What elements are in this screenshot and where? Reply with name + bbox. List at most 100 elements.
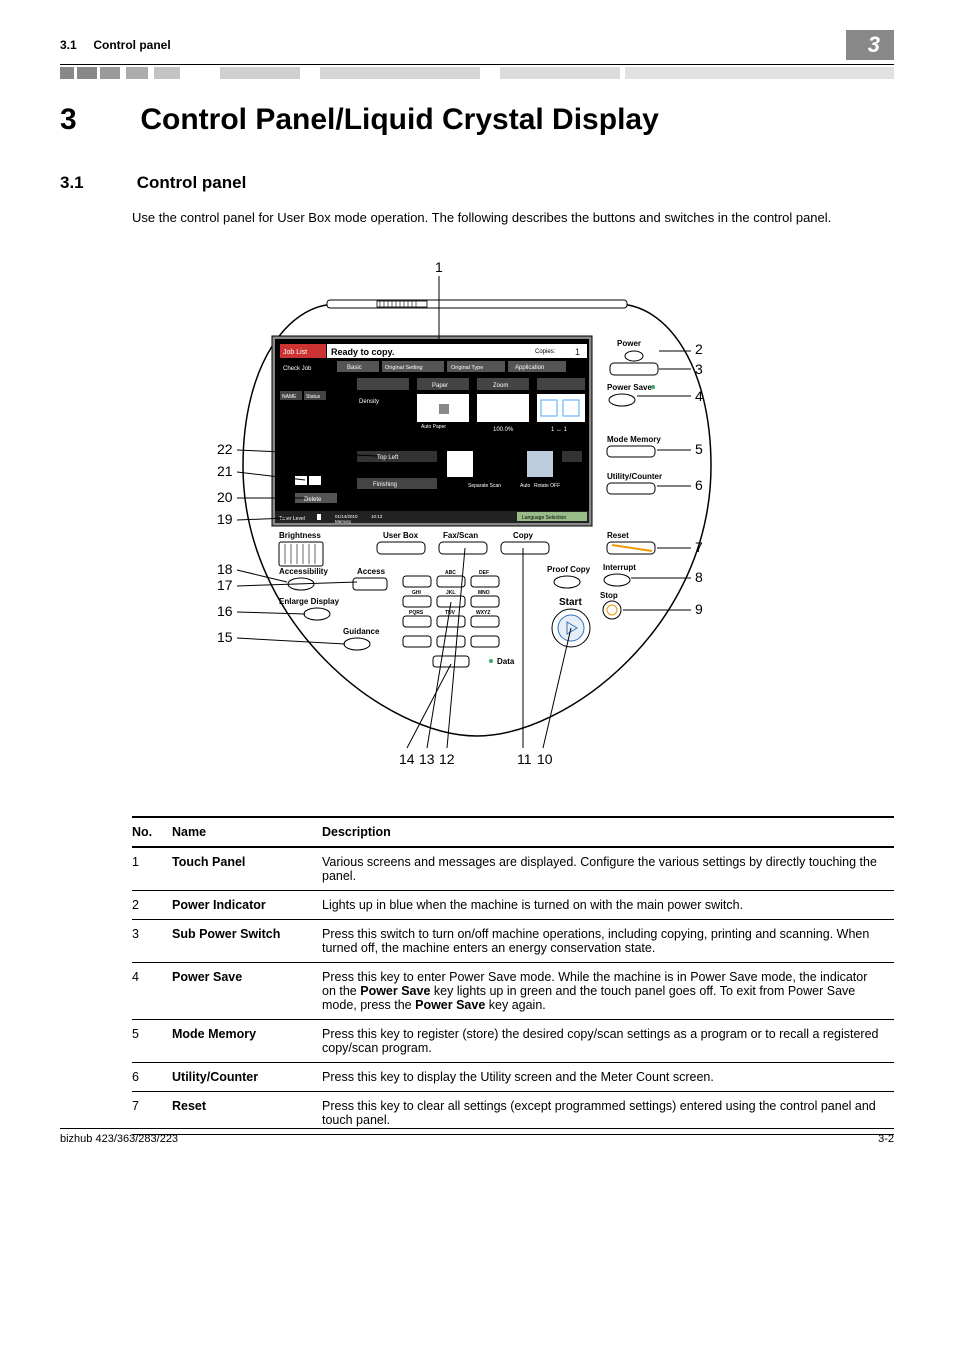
control-panel-diagram: Job List Ready to copy. Copies: 1 Check …	[217, 256, 737, 776]
svg-text:DEF: DEF	[479, 570, 489, 576]
svg-text:0: 0	[448, 638, 453, 647]
svg-text:2: 2	[448, 578, 453, 587]
svg-text:7: 7	[414, 618, 419, 627]
table-row: 3 Sub Power Switch Press this switch to …	[132, 919, 894, 962]
svg-text:6: 6	[695, 477, 703, 493]
svg-text:8: 8	[448, 618, 453, 627]
svg-text:Delete: Delete	[304, 497, 322, 503]
svg-text:Zoom: Zoom	[493, 383, 508, 389]
svg-text:Top Left: Top Left	[377, 455, 399, 461]
svg-text:15: 15	[217, 629, 233, 645]
svg-text:9: 9	[695, 601, 703, 617]
svg-text:Job List: Job List	[283, 349, 307, 356]
th-name: Name	[172, 817, 322, 847]
svg-text:19: 19	[217, 511, 233, 527]
svg-text:Mode Memory: Mode Memory	[607, 435, 661, 444]
svg-text:17: 17	[217, 577, 233, 593]
table-row: 6 Utility/Counter Press this key to disp…	[132, 1062, 894, 1091]
svg-text:1 ↔ 1: 1 ↔ 1	[551, 427, 568, 433]
svg-text:Toner Level: Toner Level	[279, 516, 305, 522]
svg-text:Basic: Basic	[347, 365, 362, 371]
svg-text:Separate Scan: Separate Scan	[468, 483, 501, 489]
svg-text:Fax/Scan: Fax/Scan	[443, 531, 478, 540]
svg-text:Copy: Copy	[513, 531, 534, 540]
table-row: 2 Power Indicator Lights up in blue when…	[132, 890, 894, 919]
svg-text:TUV: TUV	[445, 610, 456, 616]
chapter-number: 3	[60, 103, 132, 137]
svg-text:Data: Data	[497, 657, 515, 666]
page-footer: bizhub 423/363/283/223 3-2	[60, 1128, 894, 1145]
svg-text:Ready to copy.: Ready to copy.	[331, 347, 394, 357]
svg-text:Power Save: Power Save	[607, 383, 652, 392]
section-intro: Use the control panel for User Box mode …	[132, 209, 894, 228]
svg-text:Power: Power	[617, 339, 641, 348]
footer-right: 3-2	[878, 1133, 894, 1145]
section-title: 3.1 Control panel	[60, 173, 894, 193]
svg-text:Finishing: Finishing	[373, 482, 397, 488]
svg-text:Auto Paper: Auto Paper	[421, 424, 446, 430]
svg-text:Original Setting: Original Setting	[385, 365, 423, 371]
control-panel-table: No. Name Description 1 Touch Panel Vario…	[132, 816, 894, 1135]
th-no: No.	[132, 817, 172, 847]
svg-text:22: 22	[217, 441, 233, 457]
svg-text:Memory: Memory	[335, 519, 352, 524]
svg-text:Original Type: Original Type	[451, 365, 483, 371]
svg-text:8: 8	[695, 569, 703, 585]
svg-text:100.0%: 100.0%	[493, 427, 514, 433]
svg-text:Brightness: Brightness	[279, 531, 321, 540]
svg-text:WXYZ: WXYZ	[476, 610, 490, 616]
svg-text:User Box: User Box	[383, 531, 419, 540]
svg-text:Access: Access	[357, 567, 386, 576]
svg-text:Copies:: Copies:	[535, 349, 556, 355]
chapter-badge: 3	[846, 30, 894, 60]
svg-text:NAME: NAME	[282, 394, 297, 400]
svg-text:Reset: Reset	[607, 531, 629, 540]
svg-text:1: 1	[435, 259, 443, 275]
svg-text:Proof Copy: Proof Copy	[547, 565, 591, 574]
svg-text:Start: Start	[559, 597, 582, 608]
svg-text:16: 16	[217, 603, 233, 619]
page-header: 3.1 Control panel 3	[60, 30, 894, 65]
svg-text:1: 1	[414, 578, 419, 587]
svg-text:3: 3	[482, 578, 487, 587]
svg-text:ABC: ABC	[445, 570, 456, 576]
svg-text:10:13: 10:13	[371, 514, 383, 519]
svg-text:6: 6	[482, 598, 487, 607]
svg-text:#: #	[482, 638, 487, 647]
svg-text:4: 4	[695, 388, 703, 404]
svg-text:4: 4	[414, 598, 419, 607]
svg-text:MNO: MNO	[478, 590, 490, 596]
svg-text:Guidance: Guidance	[343, 627, 380, 636]
svg-text:GHI: GHI	[412, 590, 422, 596]
svg-text:1: 1	[575, 347, 580, 357]
chapter-title-text: Control Panel/Liquid Crystal Display	[140, 103, 658, 136]
svg-text:Density: Density	[359, 399, 379, 405]
footer-left: bizhub 423/363/283/223	[60, 1133, 178, 1145]
svg-text:Paper: Paper	[432, 383, 448, 389]
chapter-title: 3 Control Panel/Liquid Crystal Display	[60, 103, 894, 137]
section-title-text: Control panel	[137, 173, 247, 192]
svg-text:C: C	[448, 658, 454, 667]
svg-text:Application: Application	[515, 365, 544, 371]
th-desc: Description	[322, 817, 894, 847]
svg-text:2: 2	[695, 341, 703, 357]
svg-text:21: 21	[217, 463, 233, 479]
svg-text:20: 20	[217, 489, 233, 505]
header-section-name: Control panel	[93, 38, 170, 52]
svg-text:10: 10	[537, 751, 553, 767]
section-number: 3.1	[60, 173, 132, 193]
svg-text:Language Selection: Language Selection	[522, 515, 566, 521]
table-row: 1 Touch Panel Various screens and messag…	[132, 847, 894, 891]
svg-text:3: 3	[695, 361, 703, 377]
svg-text:Enlarge Display: Enlarge Display	[279, 597, 340, 606]
svg-text:9: 9	[482, 618, 487, 627]
header-section-ref: 3.1	[60, 38, 77, 52]
svg-text:11: 11	[517, 751, 532, 767]
svg-text:Rotate OFF: Rotate OFF	[534, 483, 560, 489]
table-row: 4 Power Save Press this key to enter Pow…	[132, 962, 894, 1019]
svg-text:14: 14	[399, 751, 415, 767]
svg-text:13: 13	[419, 751, 435, 767]
table-row: 5 Mode Memory Press this key to register…	[132, 1019, 894, 1062]
svg-text:Check Job: Check Job	[283, 366, 312, 372]
svg-text:7: 7	[695, 539, 703, 555]
